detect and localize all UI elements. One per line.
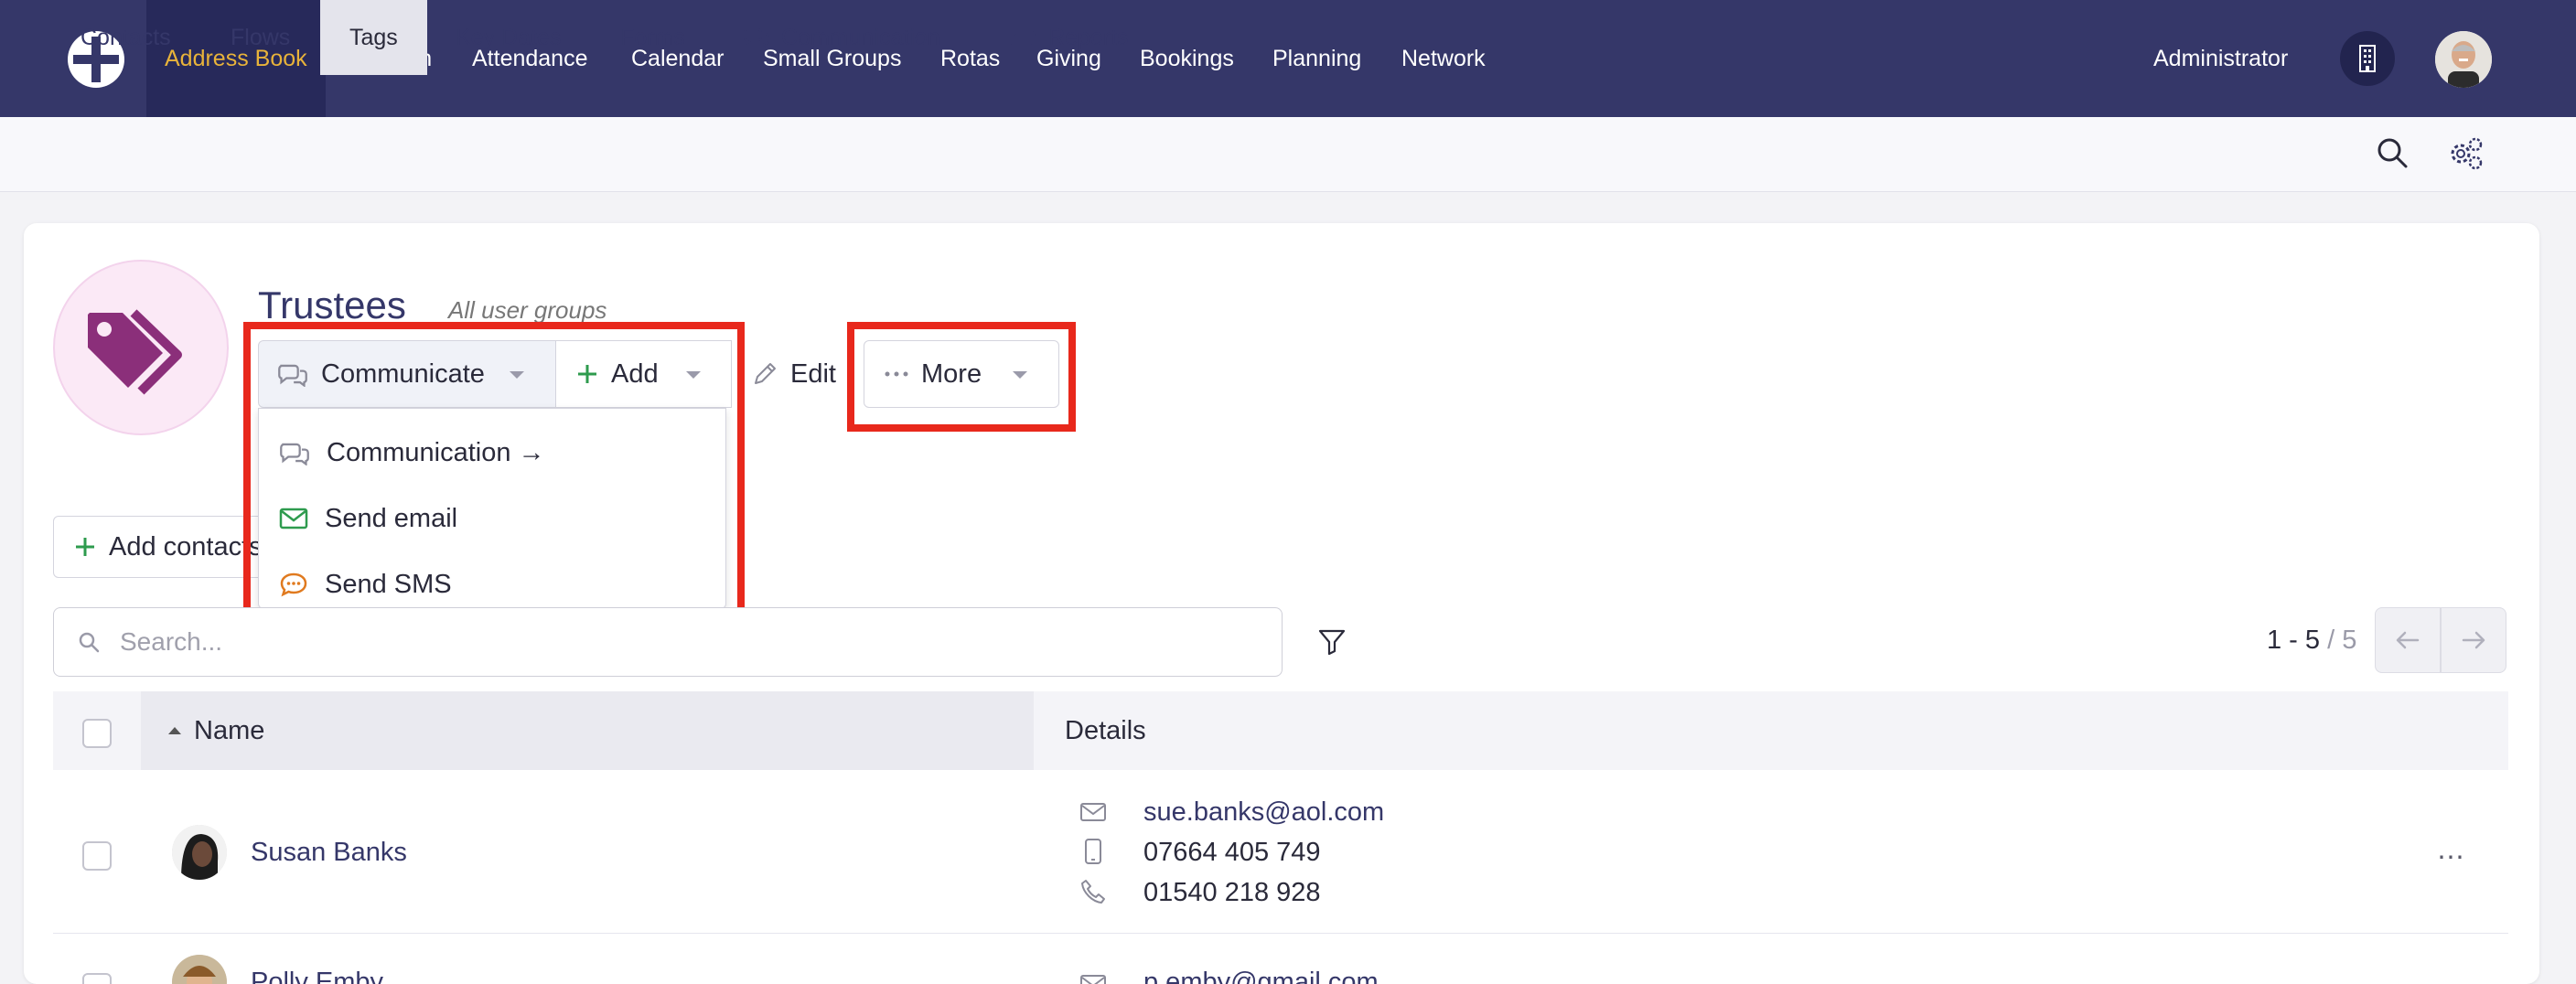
topnav-bookings[interactable]: Bookings — [1140, 0, 1234, 117]
building-icon — [2359, 45, 2376, 72]
column-header-name-label: Name — [194, 715, 265, 745]
chat-bubbles-icon — [744, 28, 769, 48]
search-input[interactable] — [120, 627, 1218, 657]
edit-label: Edit — [790, 358, 836, 389]
row-divider — [53, 933, 2508, 934]
contact-mobile[interactable]: 07664 405 749 — [1143, 838, 1321, 868]
select-all-checkbox[interactable] — [82, 719, 112, 748]
tag-icon — [88, 309, 182, 395]
contact-name-link[interactable]: Polly Emby — [251, 968, 383, 984]
subnav-communication-label: Communication — [781, 25, 940, 50]
search-icon — [79, 632, 100, 653]
arrow-left-icon — [2396, 631, 2420, 649]
previous-page-button[interactable] — [2375, 607, 2441, 673]
contact-name-link[interactable]: Susan Banks — [251, 838, 407, 868]
subnav-flows[interactable]: Flows — [231, 0, 290, 75]
add-contacts-label: Add contacts — [109, 531, 263, 562]
row-checkbox[interactable] — [82, 841, 112, 871]
envelope-icon — [1080, 975, 1106, 984]
row-actions-button[interactable]: ⋯ — [2437, 841, 2465, 873]
pagination-range: 1 - 5 — [2267, 626, 2321, 655]
phone-icon — [1081, 880, 1105, 904]
edit-button[interactable]: Edit — [732, 340, 864, 408]
subnav-communication[interactable]: Communication — [743, 0, 940, 75]
subnav-reports[interactable]: Reports — [1010, 0, 1129, 75]
user-avatar[interactable] — [2435, 31, 2492, 88]
arrow-right-icon — [2462, 631, 2485, 649]
pagination-total: / 5 — [2320, 626, 2357, 655]
annotation-highlight-more — [847, 322, 1076, 432]
column-header-details: Details — [1065, 716, 1146, 745]
envelope-icon — [1080, 803, 1106, 821]
pencil-icon — [755, 363, 776, 384]
contact-photo — [172, 825, 227, 880]
page-title: Trustees — [258, 283, 406, 326]
user-avatar-image — [2435, 31, 2492, 88]
subnav-contacts[interactable]: Contacts — [80, 0, 171, 75]
subnav-tags[interactable]: Tags — [320, 0, 427, 75]
next-page-button[interactable] — [2441, 607, 2506, 673]
tag-avatar — [53, 260, 229, 435]
topnav-rotas[interactable]: Rotas — [940, 0, 1000, 117]
row-checkbox[interactable] — [82, 973, 112, 984]
topnav-network[interactable]: Network — [1401, 0, 1486, 117]
avatar — [172, 825, 227, 880]
subnav-forms[interactable]: Forms — [620, 0, 685, 75]
sort-ascending-icon — [168, 727, 181, 734]
sub-navbar — [0, 117, 2576, 192]
plus-icon — [76, 538, 94, 556]
page-subtitle: All user groups — [448, 296, 607, 324]
user-role-label[interactable]: Administrator — [2153, 0, 2288, 117]
contact-email-link[interactable]: sue.banks@aol.com — [1143, 797, 1384, 828]
mobile-phone-icon — [1085, 839, 1101, 864]
subnav-reports-label: Reports — [1048, 25, 1129, 50]
folder-open-icon — [1011, 28, 1036, 46]
contact-email-link[interactable]: p.emby@gmail.com — [1143, 968, 1379, 984]
filter-icon[interactable] — [1317, 627, 1347, 657]
pagination-count: 1 - 5 / 5 — [2267, 626, 2356, 656]
topnav-planning[interactable]: Planning — [1272, 0, 1361, 117]
subnav-key-dates[interactable]: Key Dates — [456, 0, 561, 75]
gears-icon[interactable] — [2446, 134, 2486, 174]
contact-phone[interactable]: 01540 218 928 — [1143, 878, 1321, 908]
building-button[interactable] — [2340, 31, 2395, 86]
search-bar[interactable] — [53, 607, 1283, 677]
column-header-name[interactable]: Name — [141, 691, 1034, 770]
annotation-highlight-communicate — [243, 322, 745, 627]
search-icon[interactable] — [2375, 135, 2411, 172]
